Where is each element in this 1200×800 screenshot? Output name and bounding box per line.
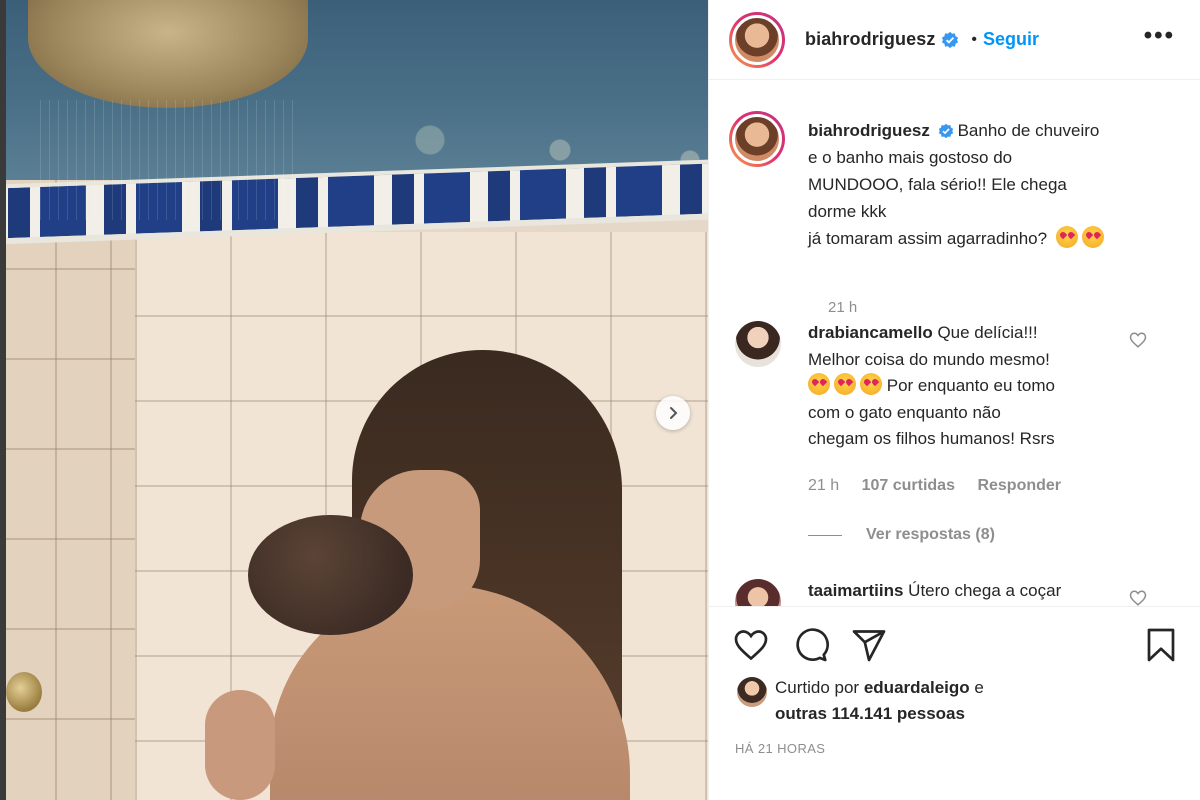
follow-button[interactable]: Seguir	[983, 29, 1039, 50]
caption-time[interactable]: 21 h	[828, 299, 857, 316]
heart-eyes-emoji-icon	[1081, 226, 1104, 248]
post-header: biahrodriguesz • Seguir •••	[709, 0, 1200, 80]
comment-meta: 21 h 107 curtidas Responder	[808, 477, 1079, 495]
caption-line: MUNDOOO, fala sério!! Ele chega	[808, 175, 1067, 194]
comment-icon[interactable]	[793, 627, 829, 663]
comment-username[interactable]: drabiancamello	[808, 323, 933, 342]
liker-username[interactable]: eduardaleigo	[864, 678, 970, 697]
water-stream	[40, 100, 300, 220]
heart-eyes-emoji-icon	[860, 373, 882, 395]
post-photo[interactable]	[0, 0, 708, 800]
next-photo-button[interactable]	[656, 396, 690, 430]
author-username[interactable]: biahrodriguesz	[805, 29, 935, 50]
baby-head	[248, 515, 413, 635]
caption-line: já tomaram assim agarradinho?	[808, 229, 1048, 248]
caption-line: e o banho mais gostoso do	[808, 148, 1013, 167]
caption-username[interactable]: biahrodriguesz	[808, 121, 930, 140]
verified-badge-icon	[938, 123, 953, 139]
verified-badge-icon	[942, 31, 959, 48]
comments-scroll[interactable]: biahrodriguesz Banho de chuveiro e o ban…	[709, 81, 1200, 606]
send-icon[interactable]	[851, 627, 887, 663]
likes-text: Curtido por eduardaleigo e outras 114.14…	[775, 678, 984, 723]
comment-time[interactable]: 21 h	[808, 477, 839, 494]
likes-count[interactable]: outras 114.141 pessoas	[775, 704, 965, 723]
comment-text: drabiancamello Que delícia!!! Melhor coi…	[808, 323, 1055, 448]
caption-text: biahrodriguesz Banho de chuveiro e o ban…	[808, 117, 1168, 252]
heart-eyes-emoji-icon	[1055, 226, 1078, 248]
frame-edge	[0, 0, 6, 800]
bookmark-icon[interactable]	[1143, 627, 1179, 663]
more-options-button[interactable]: •••	[1144, 22, 1175, 50]
like-comment-heart-icon[interactable]	[1129, 589, 1147, 606]
door-knob	[6, 672, 42, 712]
post-sidebar: biahrodriguesz • Seguir ••• biahrodrigue…	[708, 0, 1200, 800]
baby-arm	[205, 690, 275, 800]
comment-username[interactable]: taaimartiins	[808, 581, 903, 600]
liker-avatar[interactable]	[737, 677, 767, 707]
caption-line: Banho de chuveiro	[957, 121, 1100, 140]
caption-avatar[interactable]	[729, 111, 785, 167]
separator-dot: •	[971, 30, 978, 48]
heart-eyes-emoji-icon	[808, 373, 830, 395]
heart-eyes-emoji-icon	[834, 373, 856, 395]
caption-line: dorme kkk	[808, 202, 887, 221]
reply-button[interactable]: Responder	[977, 477, 1061, 494]
heart-icon[interactable]	[733, 627, 769, 663]
comment-avatar[interactable]	[735, 321, 781, 367]
like-comment-heart-icon[interactable]	[1129, 331, 1147, 349]
comment-likes[interactable]: 107 curtidas	[862, 477, 955, 494]
comment-text: taaimartiins Útero chega a coçar	[808, 581, 1062, 600]
comment-avatar[interactable]	[735, 579, 781, 606]
post-timestamp[interactable]: HÁ 21 HORAS	[735, 741, 825, 756]
view-replies-button[interactable]: Ver respostas (8)	[808, 526, 995, 544]
replies-rule	[808, 534, 842, 536]
author-avatar[interactable]	[729, 11, 785, 68]
chevron-right-icon	[670, 407, 678, 419]
